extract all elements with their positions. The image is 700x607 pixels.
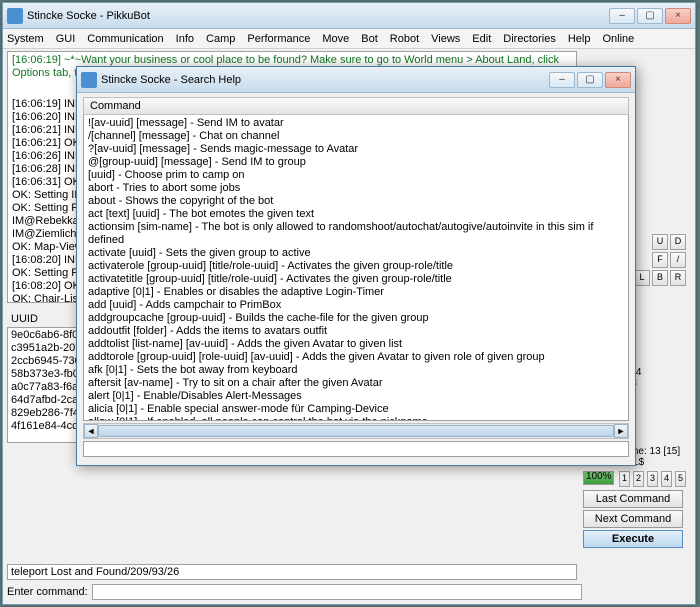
uuid-label: UUID [11,313,38,325]
command-row[interactable]: ![av-uuid] [message] - Send IM to avatar [88,117,624,130]
help-search-input[interactable] [83,441,629,457]
command-row[interactable]: @[group-uuid] [message] - Send IM to gro… [88,156,624,169]
menu-info[interactable]: Info [176,33,194,45]
execute-button[interactable]: Execute [583,530,683,548]
preset-button-4[interactable]: 4 [661,471,672,487]
menu-robot[interactable]: Robot [390,33,419,45]
menu-bot[interactable]: Bot [361,33,378,45]
command-row[interactable]: aftersit [av-name] - Try to sit on a cha… [88,377,624,390]
command-row[interactable]: addgroupcache [group-uuid] - Builds the … [88,312,624,325]
preset-button-1[interactable]: 1 [619,471,630,487]
command-row[interactable]: allow [0|1] - If enabled, all people can… [88,416,624,421]
preset-button-2[interactable]: 2 [633,471,644,487]
command-row[interactable]: activatetitle [group-uuid] [title/role-u… [88,273,624,286]
help-minimize-button[interactable]: – [549,72,575,88]
help-maximize-button[interactable]: ▢ [577,72,603,88]
scroll-thumb[interactable] [98,425,614,437]
help-h-scrollbar[interactable]: ◄ ► [83,423,629,439]
menu-bar: System GUI Communication Info Camp Performanc… [3,29,695,49]
main-titlebar[interactable]: Stincke Socke - PikkuBot – ▢ × [3,3,695,29]
menu-communication[interactable]: Communication [87,33,163,45]
close-button[interactable]: × [665,8,691,24]
grid-button-/[interactable]: / [670,252,686,268]
menu-gui[interactable]: GUI [56,33,76,45]
command-row[interactable]: actionsim [sim-name] - The bot is only a… [88,221,624,247]
scroll-right-icon[interactable]: ► [614,424,628,438]
command-row[interactable]: act [text] [uuid] - The bot emotes the g… [88,208,624,221]
menu-online[interactable]: Online [602,33,634,45]
menu-edit[interactable]: Edit [472,33,491,45]
minimize-button[interactable]: – [609,8,635,24]
menu-camp[interactable]: Camp [206,33,235,45]
grid-button-f[interactable]: F [652,252,668,268]
grid-button-d[interactable]: D [670,234,686,250]
preset-button-3[interactable]: 3 [647,471,658,487]
teleport-field[interactable]: teleport Lost and Found/209/93/26 [7,564,577,580]
command-list[interactable]: ![av-uuid] [message] - Send IM to avatar… [83,115,629,421]
command-row[interactable]: about - Shows the copyright of the bot [88,195,624,208]
menu-move[interactable]: Move [322,33,349,45]
help-title: Stincke Socke - Search Help [101,74,549,86]
help-titlebar[interactable]: Stincke Socke - Search Help – ▢ × [77,67,635,93]
command-row[interactable]: adaptive [0|1] - Enables or disables the… [88,286,624,299]
app-icon [7,8,23,24]
main-title: Stincke Socke - PikkuBot [27,10,609,22]
command-input[interactable] [92,584,582,600]
command-row[interactable]: addtolist [list-name] [av-uuid] - Adds t… [88,338,624,351]
enter-command-label: Enter command: [7,586,88,598]
command-row[interactable]: /[channel] [message] - Chat on channel [88,130,624,143]
menu-performance[interactable]: Performance [247,33,310,45]
command-row[interactable]: activaterole [group-uuid] [title/role-uu… [88,260,624,273]
command-row[interactable]: abort - Tries to abort some jobs [88,182,624,195]
grid-button-u[interactable]: U [652,234,668,250]
help-dialog: Stincke Socke - Search Help – ▢ × Comman… [76,66,636,466]
scroll-left-icon[interactable]: ◄ [84,424,98,438]
menu-help[interactable]: Help [568,33,591,45]
command-row[interactable]: add [uuid] - Adds campchair to PrimBox [88,299,624,312]
progress-bar: 100% [583,471,614,485]
command-row[interactable]: addtorole [group-uuid] [role-uuid] [av-u… [88,351,624,364]
command-row[interactable]: ?[av-uuid] [message] - Sends magic-messa… [88,143,624,156]
help-icon [81,72,97,88]
command-row[interactable]: activate [uuid] - Sets the given group t… [88,247,624,260]
menu-views[interactable]: Views [431,33,460,45]
last-command-button[interactable]: Last Command [583,490,683,508]
command-row[interactable]: [uuid] - Choose prim to camp on [88,169,624,182]
preset-button-5[interactable]: 5 [675,471,686,487]
command-row[interactable]: alert [0|1] - Enable/Disables Alert-Mess… [88,390,624,403]
next-command-button[interactable]: Next Command [583,510,683,528]
menu-system[interactable]: System [7,33,44,45]
menu-directories[interactable]: Directories [503,33,556,45]
help-close-button[interactable]: × [605,72,631,88]
command-row[interactable]: alicia [0|1] - Enable special answer-mod… [88,403,624,416]
grid-button-l[interactable]: L [634,270,650,286]
grid-button-b[interactable]: B [652,270,668,286]
maximize-button[interactable]: ▢ [637,8,663,24]
help-column-header[interactable]: Command [83,97,629,115]
command-row[interactable]: addoutfit [folder] - Adds the items to a… [88,325,624,338]
grid-button-r[interactable]: R [670,270,686,286]
command-row[interactable]: afk [0|1] - Sets the bot away from keybo… [88,364,624,377]
